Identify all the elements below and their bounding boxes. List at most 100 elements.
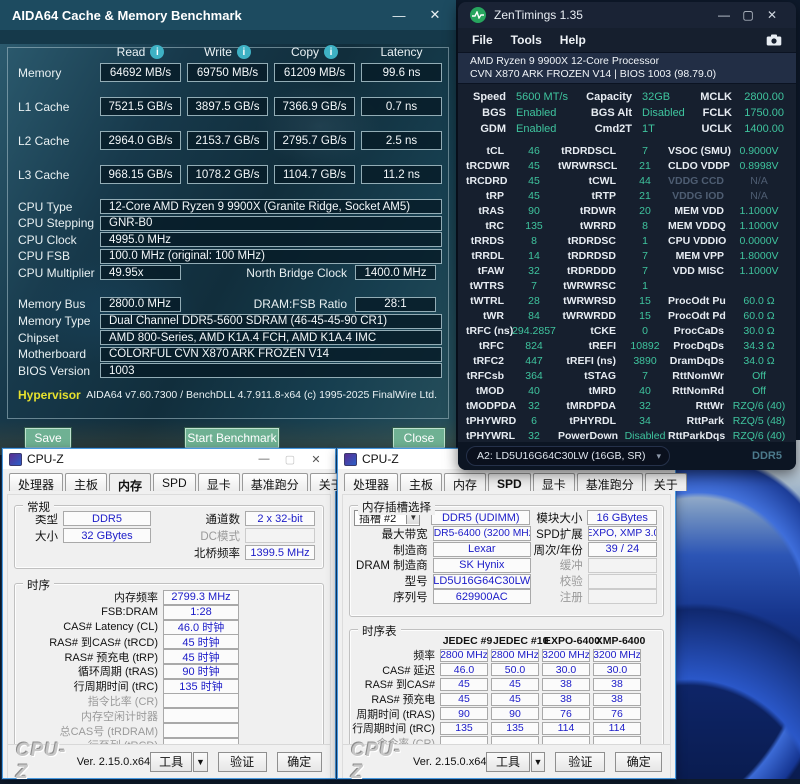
benchmark-row-label: Memory	[0, 66, 100, 80]
voltage-label: RttNomRd	[668, 385, 730, 397]
channels-value: 2 x 32-bit	[245, 511, 315, 526]
timing-value: 1	[622, 235, 668, 247]
tab-about[interactable]: 关于	[645, 473, 687, 491]
general-group-label: 常规	[23, 499, 54, 515]
tab-cpu[interactable]: 处理器	[9, 473, 63, 491]
write-value: 69750 MB/s	[187, 63, 268, 82]
latency-value: 0.7 ns	[361, 97, 442, 116]
save-button[interactable]: Save	[25, 428, 71, 448]
timing-value: 40	[622, 385, 668, 397]
memory-bus-value: 2800.0 MHz	[100, 297, 181, 312]
timings-group-label: 时序	[23, 577, 54, 593]
timing-value: 21	[622, 160, 668, 172]
info-icon[interactable]: i	[150, 45, 164, 59]
validate-button[interactable]: 验证	[555, 752, 605, 772]
timings-grid-row: tRC 135 tWRRD 8 MEM VDDQ 1.1000V	[466, 218, 788, 233]
voltage-label: RttWr	[668, 400, 730, 412]
week-year-label: 周次/年份	[531, 542, 588, 558]
tab-mainboard[interactable]: 主板	[400, 473, 442, 491]
latency-value: 99.6 ns	[361, 63, 442, 82]
timing-value: 40	[510, 385, 558, 397]
timing-label: tWTRS	[466, 280, 510, 292]
tab-bench[interactable]: 基准跑分	[577, 473, 643, 491]
timings-table-row: RAS# 到CAS# 45 45 38 38	[350, 677, 663, 692]
voltage-label: ProcCaDs	[668, 325, 730, 337]
ok-button[interactable]: 确定	[615, 752, 662, 772]
zentimings-menubar: File Tools Help	[458, 28, 796, 52]
timing-cell-expo: 30.0	[542, 663, 590, 676]
tab-spd[interactable]: SPD	[153, 473, 196, 491]
tab-spd[interactable]: SPD	[488, 473, 531, 491]
timing-cell-jedec9: 45	[440, 693, 488, 706]
tab-graphics[interactable]: 显卡	[533, 473, 575, 491]
tools-dropdown-arrow-icon[interactable]: ▼	[193, 752, 208, 772]
read-value: 64692 MB/s	[100, 63, 181, 82]
screenshot-camera-icon[interactable]	[766, 34, 782, 46]
info-icon[interactable]: i	[324, 45, 338, 59]
timing-cell-jedec9: 45	[440, 678, 488, 691]
read-value: 968.15 GB/s	[100, 165, 181, 184]
timing-label: tRDRDSD	[558, 250, 622, 262]
dram-fsb-ratio-value: 28:1	[355, 297, 436, 312]
tab-cpu[interactable]: 处理器	[344, 473, 398, 491]
system-info-row: Chipset AMD 800-Series, AMD K1A.4 FCH, A…	[0, 330, 456, 345]
tools-button[interactable]: 工具	[150, 752, 192, 772]
ok-button[interactable]: 确定	[277, 752, 322, 772]
timing-value: 7	[622, 265, 668, 277]
minimize-icon[interactable]: —	[388, 8, 410, 23]
timing-value: 3890	[622, 355, 668, 367]
voltage-value: 30.0 Ω	[730, 325, 788, 337]
menu-help[interactable]: Help	[560, 33, 586, 47]
dimm-select-dropdown[interactable]: A2: LD5U16G64C30LW (16GB, SR) ▾	[466, 446, 670, 466]
timings-table-row: 周期时间 (tRAS) 90 90 76 76	[350, 706, 663, 721]
timing-label: tRRDS	[466, 235, 510, 247]
version-copyright-text: AIDA64 v7.60.7300 / BenchDLL 4.7.911.8-x…	[86, 389, 456, 401]
timing-cell-jedec9: 90	[440, 707, 488, 720]
timing-label: tRFC2	[466, 355, 510, 367]
dram-fsb-ratio-label: DRAM:FSB Ratio	[181, 297, 355, 311]
hypervisor-label: Hypervisor	[0, 388, 86, 402]
close-icon[interactable]: ✕	[424, 7, 446, 23]
timing-label: tMRDPDA	[558, 400, 622, 412]
timing-value: 15	[622, 295, 668, 307]
info-value: COLORFUL CVN X870 ARK FROZEN V14	[100, 347, 442, 362]
info-icon[interactable]: i	[237, 45, 251, 59]
summary-value: Enabled	[512, 123, 578, 135]
cpu-info-row: CPU Stepping GNR-B0	[0, 216, 456, 231]
timing-row-label: RAS# 预充电	[350, 691, 440, 707]
registered-value	[588, 589, 657, 604]
menu-tools[interactable]: Tools	[511, 33, 542, 47]
tools-button[interactable]: 工具	[486, 752, 529, 772]
voltage-value: 60.0 Ω	[730, 310, 788, 322]
info-value: 4995.0 MHz	[100, 232, 442, 247]
benchmark-row-label: L3 Cache	[0, 168, 100, 182]
tab-memory[interactable]: 内存	[109, 473, 151, 491]
tab-bench[interactable]: 基准跑分	[242, 473, 308, 491]
close-icon[interactable]: ✕	[303, 453, 329, 466]
maximize-icon[interactable]: ▢	[736, 8, 760, 22]
start-benchmark-button[interactable]: Start Benchmark	[185, 428, 279, 448]
benchmark-row: Memory 64692 MB/s 69750 MB/s 61209 MB/s …	[0, 63, 456, 82]
minimize-icon[interactable]: —	[251, 453, 277, 465]
timing-label: tFAW	[466, 265, 510, 277]
tab-memory[interactable]: 内存	[444, 473, 486, 491]
copy-column-header: Copy	[291, 45, 319, 59]
validate-button[interactable]: 验证	[218, 752, 267, 772]
timings-table-group-label: 时序表	[358, 623, 401, 639]
voltage-value: 34.3 Ω	[730, 340, 788, 352]
cpuz-tab-strip: 处理器 主板 内存 SPD 显卡 基准跑分 关于	[338, 469, 675, 491]
close-button[interactable]: Close	[393, 428, 445, 448]
tab-mainboard[interactable]: 主板	[65, 473, 107, 491]
minimize-icon[interactable]: —	[712, 8, 736, 22]
close-icon[interactable]: ✕	[760, 8, 784, 22]
tab-graphics[interactable]: 显卡	[198, 473, 240, 491]
timing-row: FSB:DRAM 1:28	[15, 605, 323, 620]
voltage-value: 34.0 Ω	[730, 355, 788, 367]
timing-row-label: 行周期时间 (tRC)	[350, 720, 440, 736]
timing-label: tMRD	[558, 385, 622, 397]
info-value: 12-Core AMD Ryzen 9 9900X (Granite Ridge…	[100, 199, 442, 214]
menu-file[interactable]: File	[472, 33, 493, 47]
tools-dropdown-arrow-icon[interactable]: ▼	[531, 752, 546, 772]
summary-label: GDM	[466, 123, 512, 135]
voltage-label: MEM VPP	[668, 250, 730, 262]
